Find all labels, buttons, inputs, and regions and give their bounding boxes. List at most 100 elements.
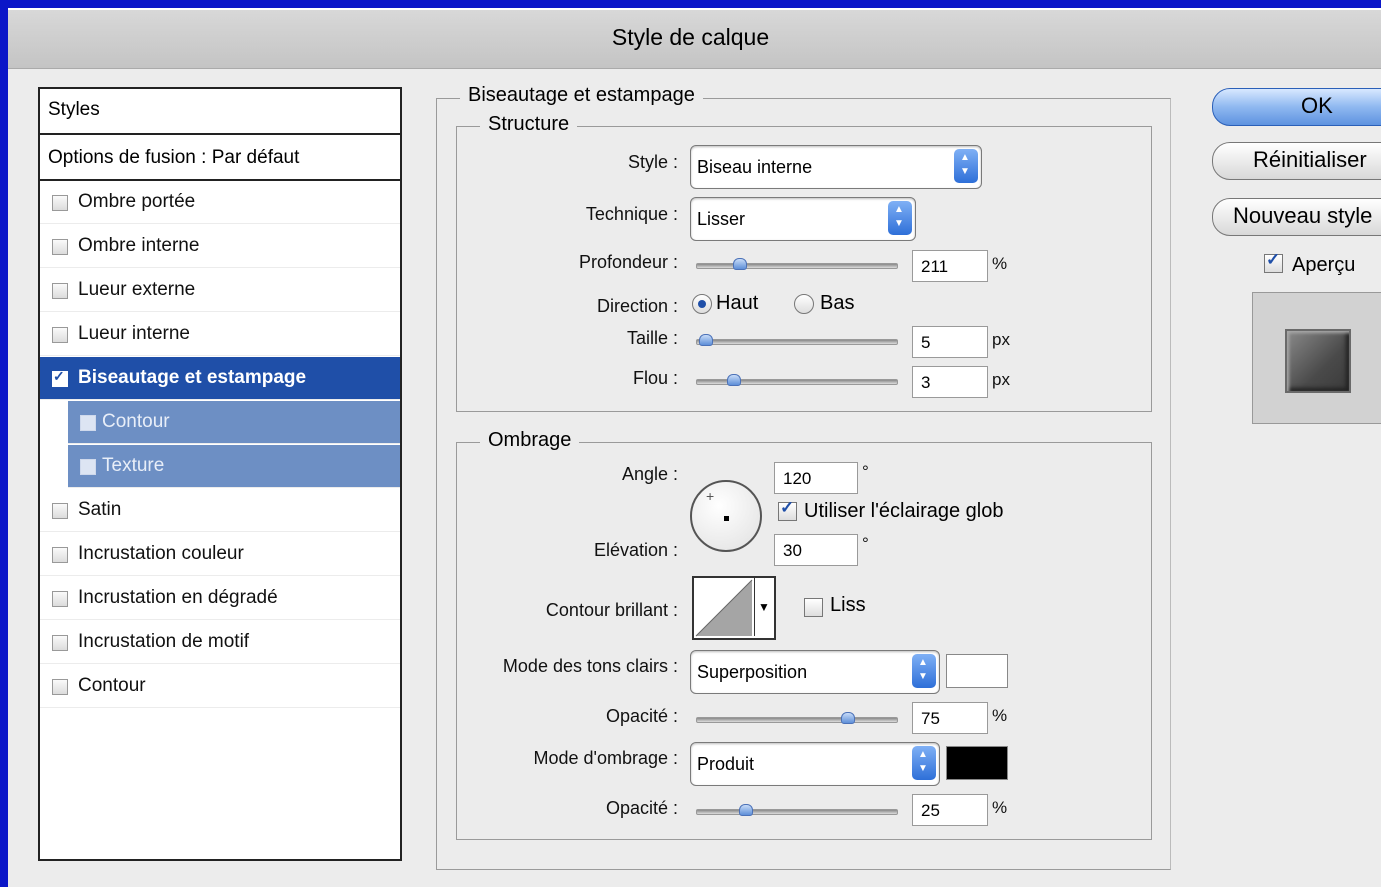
- style-item-stroke[interactable]: Contour: [40, 665, 400, 708]
- technique-select[interactable]: Lisser: [690, 197, 916, 241]
- preview-checkbox[interactable]: [1264, 250, 1283, 273]
- style-item-contour-sub[interactable]: Contour: [68, 401, 400, 444]
- shadow-mode-select[interactable]: Produit: [690, 742, 940, 786]
- size-value: 5: [921, 333, 931, 352]
- shadow-opacity-thumb[interactable]: [739, 804, 753, 816]
- style-item-outer-glow[interactable]: Lueur externe: [40, 269, 400, 312]
- anti-alias-label: Liss: [830, 594, 866, 616]
- style-item-label: Incrustation de motif: [78, 631, 250, 652]
- angle-unit: °: [862, 462, 869, 481]
- global-light-label: Utiliser l'éclairage glob: [804, 500, 1004, 522]
- highlight-opacity-thumb[interactable]: [841, 712, 855, 724]
- depth-input[interactable]: 211: [912, 250, 988, 282]
- highlight-opacity-input[interactable]: 75: [912, 702, 988, 734]
- depth-slider[interactable]: [696, 258, 898, 270]
- highlight-opacity-unit: %: [992, 706, 1008, 725]
- checkbox-icon[interactable]: [52, 503, 68, 519]
- checkbox-icon[interactable]: [52, 283, 68, 299]
- select-arrows-icon: [912, 654, 936, 688]
- depth-slider-thumb[interactable]: [733, 258, 747, 270]
- soften-slider-thumb[interactable]: [727, 374, 741, 386]
- shadow-color-swatch[interactable]: [946, 746, 1008, 780]
- checkbox-icon[interactable]: [52, 547, 68, 563]
- highlight-opacity-slider[interactable]: [696, 712, 898, 724]
- checkbox-icon[interactable]: [80, 415, 96, 431]
- shadow-mode-label: Mode d'ombrage :: [533, 748, 678, 768]
- shadow-opacity-slider[interactable]: [696, 804, 898, 816]
- checkbox-icon[interactable]: [52, 591, 68, 607]
- checkbox-icon[interactable]: [80, 459, 96, 475]
- checkbox-icon[interactable]: [52, 239, 68, 255]
- checkbox-icon[interactable]: [52, 679, 68, 695]
- shading-title: Ombrage: [480, 429, 580, 452]
- depth-value: 211: [921, 257, 949, 276]
- shadow-opacity-input[interactable]: 25: [912, 794, 988, 826]
- highlight-opacity-label: Opacité :: [605, 706, 678, 726]
- reset-button-label: Réinitialiser: [1253, 147, 1367, 172]
- gloss-contour-label: Contour brillant :: [545, 600, 678, 620]
- style-item-color-overlay[interactable]: Incrustation couleur: [40, 533, 400, 576]
- style-label: Style :: [627, 152, 678, 172]
- checkbox-icon[interactable]: [52, 327, 68, 343]
- angle-input[interactable]: 120: [774, 462, 858, 494]
- reset-button[interactable]: Réinitialiser: [1212, 142, 1381, 180]
- style-item-label: Texture: [102, 455, 165, 476]
- preview-swatch: [1285, 329, 1351, 393]
- checkbox-icon[interactable]: [52, 368, 68, 387]
- checkbox-icon[interactable]: [52, 635, 68, 651]
- dial-center-dot: [724, 516, 729, 521]
- blend-options-label: Options de fusion : Par défaut: [48, 147, 300, 168]
- select-arrows-icon: [912, 746, 936, 780]
- style-item-satin[interactable]: Satin: [40, 489, 400, 532]
- gloss-contour-picker[interactable]: ▼: [692, 576, 776, 640]
- layer-style-dialog: Style de calque Styles Options de fusion…: [8, 8, 1381, 887]
- style-item-inner-glow[interactable]: Lueur interne: [40, 313, 400, 356]
- highlight-mode-label: Mode des tons clairs :: [502, 656, 678, 676]
- angle-dial[interactable]: +: [690, 480, 762, 552]
- soften-unit: px: [992, 370, 1010, 389]
- direction-down-radio[interactable]: [794, 294, 814, 314]
- structure-title: Structure: [480, 113, 578, 136]
- new-style-button[interactable]: Nouveau style: [1212, 198, 1381, 236]
- style-item-drop-shadow[interactable]: Ombre portée: [40, 181, 400, 224]
- style-item-bevel-emboss[interactable]: Biseautage et estampage: [40, 357, 400, 400]
- style-item-pattern-overlay[interactable]: Incrustation de motif: [40, 621, 400, 664]
- style-item-label: Incrustation en dégradé: [78, 587, 278, 608]
- size-input[interactable]: 5: [912, 326, 988, 358]
- highlight-color-swatch[interactable]: [946, 654, 1008, 688]
- anti-alias-checkbox[interactable]: [804, 598, 823, 617]
- highlight-mode-value: Superposition: [697, 662, 808, 682]
- size-unit: px: [992, 330, 1010, 349]
- highlight-mode-select[interactable]: Superposition: [690, 650, 940, 694]
- direction-down-label: Bas: [820, 292, 854, 314]
- title-bar: Style de calque: [8, 10, 1381, 69]
- global-light-checkbox[interactable]: [778, 498, 797, 521]
- size-slider[interactable]: [696, 334, 898, 346]
- styles-header[interactable]: Styles: [40, 89, 400, 135]
- altitude-value: 30: [783, 541, 802, 560]
- shadow-opacity-label: Opacité :: [605, 798, 678, 818]
- style-item-label: Satin: [78, 499, 122, 520]
- soften-input[interactable]: 3: [912, 366, 988, 398]
- crosshair-icon: +: [706, 488, 715, 504]
- chevron-down-icon[interactable]: ▼: [754, 578, 773, 636]
- soften-slider[interactable]: [696, 374, 898, 386]
- style-item-gradient-overlay[interactable]: Incrustation en dégradé: [40, 577, 400, 620]
- dialog-title: Style de calque: [611, 24, 770, 50]
- depth-label: Profondeur :: [578, 252, 678, 272]
- style-item-texture-sub[interactable]: Texture: [68, 445, 400, 488]
- select-arrows-icon: [954, 149, 978, 183]
- checkbox-icon[interactable]: [52, 195, 68, 211]
- soften-value: 3: [921, 373, 931, 392]
- bevel-style-select[interactable]: Biseau interne: [690, 145, 982, 189]
- direction-label: Direction :: [596, 296, 678, 316]
- blend-options-item[interactable]: Options de fusion : Par défaut: [40, 137, 400, 181]
- style-item-inner-shadow[interactable]: Ombre interne: [40, 225, 400, 268]
- style-item-label: Contour: [78, 675, 146, 696]
- altitude-input[interactable]: 30: [774, 534, 858, 566]
- shadow-opacity-value: 25: [921, 801, 940, 820]
- direction-up-radio[interactable]: [692, 294, 712, 314]
- style-item-label: Lueur interne: [78, 323, 190, 344]
- size-slider-thumb[interactable]: [699, 334, 713, 346]
- ok-button[interactable]: OK: [1212, 88, 1381, 126]
